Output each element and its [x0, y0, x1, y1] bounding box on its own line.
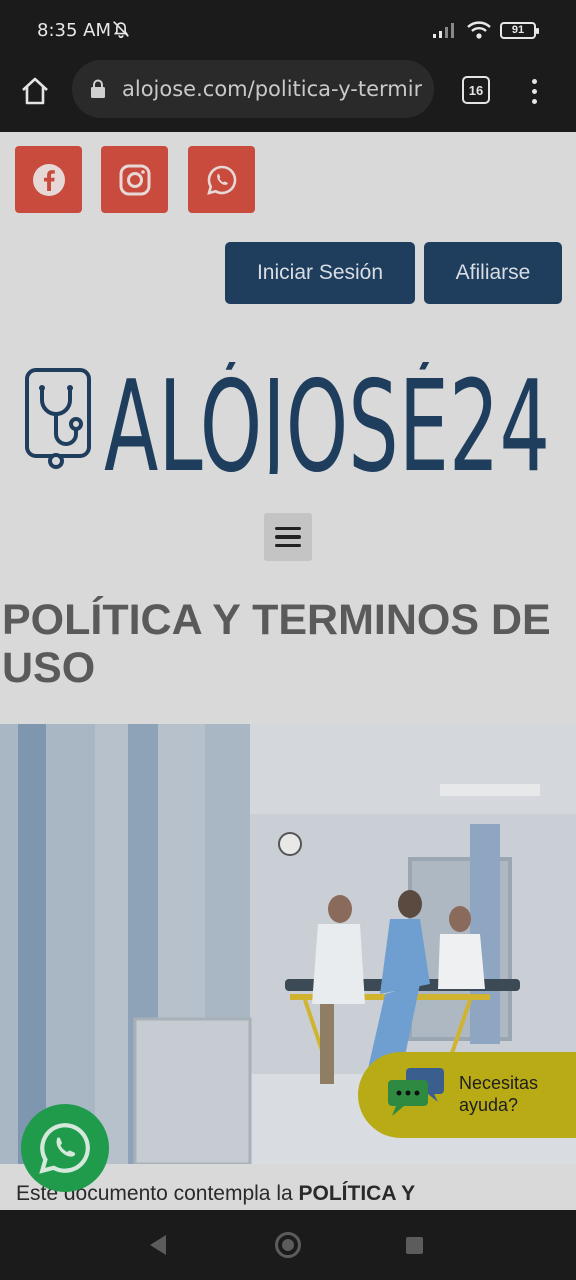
chat-bubbles-icon [388, 1068, 444, 1116]
system-nav-bar [0, 1210, 576, 1280]
signal-icon [433, 23, 454, 38]
logo-text: ALÓJOSÉ24 [104, 362, 550, 474]
tab-count: 16 [468, 82, 484, 98]
page-title: POLÍTICA Y TERMINOS DE USO [2, 596, 551, 692]
home-icon[interactable] [18, 74, 52, 108]
instagram-icon [119, 164, 150, 195]
browser-toolbar: alojose.com/politica-y-termir 16 [0, 60, 576, 132]
battery-level: 91 [511, 24, 525, 36]
help-chat-widget[interactable]: Necesitas ayuda? [358, 1052, 576, 1138]
battery-icon: 91 [500, 21, 539, 39]
web-page: Iniciar Sesión Afiliarse ALÓJOSÉ24 POLÍT… [0, 132, 576, 1210]
url-text: alojose.com/politica-y-termir [122, 77, 423, 101]
address-bar[interactable]: alojose.com/politica-y-termir [72, 60, 434, 118]
nav-menu-button[interactable] [264, 513, 312, 561]
back-icon[interactable] [150, 1235, 166, 1255]
whatsapp-button[interactable] [188, 146, 255, 213]
whatsapp-icon [39, 1123, 90, 1174]
status-indicators: 91 [432, 20, 539, 40]
whatsapp-icon [206, 165, 236, 195]
overflow-menu-icon[interactable] [526, 76, 542, 106]
instagram-button[interactable] [101, 146, 168, 213]
tabs-button[interactable]: 16 [462, 76, 490, 104]
join-button[interactable]: Afiliarse [424, 242, 562, 304]
status-bar: 8:35 AM 91 [0, 0, 576, 60]
help-line-2: ayuda? [459, 1095, 519, 1115]
document-intro-bold: POLÍTICA Y [298, 1182, 416, 1205]
login-button[interactable]: Iniciar Sesión [225, 242, 415, 304]
help-text: Necesitas ayuda? [459, 1072, 576, 1116]
status-time: 8:35 AM [37, 20, 111, 41]
recent-apps-icon[interactable] [406, 1237, 423, 1254]
facebook-icon [32, 163, 65, 196]
home-circle-icon[interactable] [275, 1232, 301, 1258]
help-line-1: Necesitas [459, 1073, 539, 1093]
site-logo: ALÓJOSÉ24 [25, 362, 550, 474]
mute-bell-icon [113, 21, 129, 39]
facebook-button[interactable] [15, 146, 82, 213]
whatsapp-float-button[interactable] [21, 1104, 109, 1192]
wifi-icon [467, 21, 491, 39]
lock-icon [91, 79, 105, 98]
